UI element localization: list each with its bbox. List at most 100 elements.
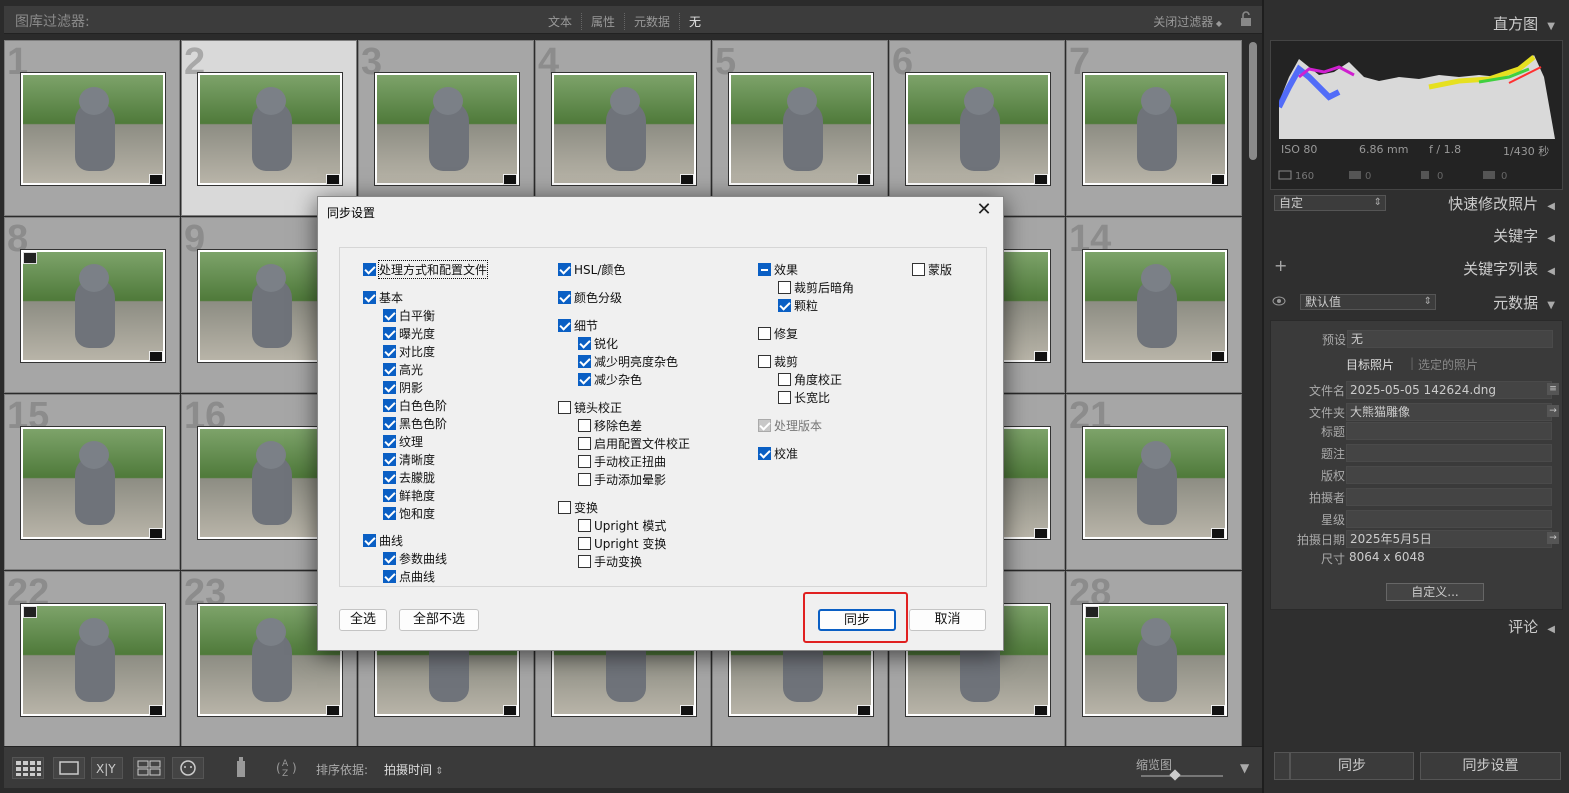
go-arrow-icon[interactable]: → <box>1547 405 1559 417</box>
thumbnail-cell[interactable]: 14 <box>1066 217 1242 393</box>
thumbnail-cell[interactable]: 2 <box>181 40 357 216</box>
people-view-button[interactable] <box>172 757 204 779</box>
thumbnail-cell[interactable]: 3 <box>358 40 534 216</box>
checkbox-upright-transforms[interactable]: Upright 变换 <box>578 535 666 551</box>
thumbnail-cell[interactable]: 21 <box>1066 394 1242 570</box>
checkbox-upright-mode[interactable]: Upright 模式 <box>578 517 666 533</box>
comment-badge-icon[interactable] <box>149 528 163 539</box>
checkbox-calibration[interactable]: 校准 <box>758 445 798 461</box>
comment-badge-icon[interactable] <box>1034 351 1048 362</box>
comment-badge-icon[interactable] <box>1034 705 1048 716</box>
checkbox-luminance-noise[interactable]: 减少明亮度杂色 <box>578 353 678 369</box>
checkbox-process-profile[interactable]: 处理方式和配置文件 <box>363 259 489 279</box>
grid-scrollbar[interactable] <box>1246 40 1260 746</box>
thumbnail-image[interactable] <box>20 72 166 186</box>
checkbox-texture[interactable]: 纹理 <box>383 433 423 449</box>
close-filters-select[interactable]: 关闭过滤器 <box>1153 13 1222 30</box>
thumbnail-image[interactable] <box>20 249 166 363</box>
checkbox-crop[interactable]: 裁剪 <box>758 353 798 369</box>
list-icon[interactable]: ≡ <box>1547 383 1559 395</box>
checkbox-effects[interactable]: 效果 <box>758 261 798 277</box>
grid-view-button[interactable] <box>12 757 44 779</box>
comment-badge-icon[interactable] <box>326 705 340 716</box>
thumbnail-cell[interactable]: 6 <box>889 40 1065 216</box>
metadata-view-select[interactable]: 默认值 <box>1300 294 1436 310</box>
quick-develop-preset-select[interactable]: 自定 <box>1274 195 1386 211</box>
thumbnail-image[interactable] <box>20 426 166 540</box>
keyword-list-header[interactable]: 关键字列表 <box>1463 258 1555 279</box>
select-none-button[interactable]: 全部不选 <box>399 609 479 631</box>
comment-badge-icon[interactable] <box>1034 174 1048 185</box>
tab-selected-photos[interactable]: 选定的照片 <box>1418 356 1478 373</box>
tab-target-photo[interactable]: 目标照片 <box>1346 356 1394 373</box>
filter-option-metadata[interactable]: 元数据 <box>624 13 679 30</box>
metadata-value[interactable]: 2025-05-05 142624.dng <box>1346 381 1552 399</box>
compare-view-button[interactable]: X|Y <box>91 757 123 779</box>
metadata-value[interactable] <box>1346 444 1552 462</box>
scrollbar-thumb[interactable] <box>1249 42 1257 160</box>
comment-badge-icon[interactable] <box>680 705 694 716</box>
auto-sync-toggle[interactable] <box>1274 752 1290 780</box>
thumbnail-image[interactable] <box>551 72 697 186</box>
checkbox-point-curve[interactable]: 点曲线 <box>383 568 435 584</box>
thumbnail-image[interactable] <box>20 603 166 717</box>
thumbnail-cell[interactable]: 28 <box>1066 571 1242 746</box>
metadata-value[interactable]: 大熊猫雕像 <box>1346 403 1552 421</box>
thumbnail-cell[interactable]: 7 <box>1066 40 1242 216</box>
metadata-value[interactable] <box>1346 422 1552 440</box>
comments-header[interactable]: 评论 <box>1508 616 1555 637</box>
checkbox-color-grading[interactable]: 颜色分级 <box>558 289 622 305</box>
checkbox-transform[interactable]: 变换 <box>558 499 598 515</box>
comment-badge-icon[interactable] <box>149 174 163 185</box>
comment-badge-icon[interactable] <box>503 174 517 185</box>
metadata-value[interactable] <box>1346 466 1552 484</box>
metadata-value[interactable]: 2025年5月5日 <box>1346 530 1552 548</box>
go-arrow-icon[interactable]: → <box>1547 532 1559 544</box>
add-keyword-icon[interactable]: + <box>1274 256 1287 275</box>
histogram-header[interactable]: 直方图 <box>1493 13 1555 34</box>
checkbox-grain[interactable]: 颗粒 <box>778 297 818 313</box>
quick-develop-header[interactable]: 快速修改照片 <box>1448 193 1555 214</box>
checkbox-spot-removal[interactable]: 修复 <box>758 325 798 341</box>
comment-badge-icon[interactable] <box>1211 705 1225 716</box>
customize-button[interactable]: 自定义... <box>1386 583 1484 601</box>
thumbnail-cell[interactable]: 22 <box>4 571 180 746</box>
lock-icon[interactable] <box>1240 11 1252 27</box>
checkbox-profile-corrections[interactable]: 启用配置文件校正 <box>578 435 690 451</box>
thumbnail-cell[interactable]: 1 <box>4 40 180 216</box>
filter-option-text[interactable]: 文本 <box>539 13 581 30</box>
checkbox-remove-ca[interactable]: 移除色差 <box>578 417 642 433</box>
thumbnail-image[interactable] <box>197 72 343 186</box>
checkbox-color-noise[interactable]: 减少杂色 <box>578 371 642 387</box>
metadata-value[interactable] <box>1346 510 1552 528</box>
checkbox-shadows[interactable]: 阴影 <box>383 379 423 395</box>
checkbox-lens-corrections[interactable]: 镜头校正 <box>558 399 622 415</box>
comment-badge-icon[interactable] <box>503 705 517 716</box>
checkbox-aspect-ratio[interactable]: 长宽比 <box>778 389 830 405</box>
comment-badge-icon[interactable] <box>149 351 163 362</box>
checkbox-contrast[interactable]: 对比度 <box>383 343 435 359</box>
checkbox-straighten-angle[interactable]: 角度校正 <box>778 371 842 387</box>
thumbnail-image[interactable] <box>1082 426 1228 540</box>
comment-badge-icon[interactable] <box>857 174 871 185</box>
sort-select[interactable]: 拍摄时间 <box>384 761 444 778</box>
sync-settings-button[interactable]: 同步设置 <box>1420 752 1561 780</box>
checkbox-clarity[interactable]: 清晰度 <box>383 451 435 467</box>
comment-badge-icon[interactable] <box>149 705 163 716</box>
filter-option-none[interactable]: 无 <box>679 13 710 30</box>
thumbnail-cell[interactable]: 8 <box>4 217 180 393</box>
checkbox-manual-distortion[interactable]: 手动校正扭曲 <box>578 453 666 469</box>
thumbnail-image[interactable] <box>1082 249 1228 363</box>
checkbox-highlights[interactable]: 高光 <box>383 361 423 377</box>
checkbox-manual-vignetting[interactable]: 手动添加晕影 <box>578 471 666 487</box>
survey-view-button[interactable] <box>133 757 165 779</box>
keywording-header[interactable]: 关键字 <box>1493 225 1555 246</box>
sort-direction-icon[interactable]: (AZ) <box>274 755 306 779</box>
eye-icon[interactable] <box>1272 295 1286 307</box>
comment-badge-icon[interactable] <box>1211 528 1225 539</box>
toolbar-dropdown-icon[interactable]: ▼ <box>1240 761 1249 775</box>
checkbox-post-crop-vignetting[interactable]: 裁剪后暗角 <box>778 279 854 295</box>
comment-badge-icon[interactable] <box>1211 351 1225 362</box>
dialog-cancel-button[interactable]: 取消 <box>909 609 986 631</box>
checkbox-parametric-curve[interactable]: 参数曲线 <box>383 550 447 566</box>
